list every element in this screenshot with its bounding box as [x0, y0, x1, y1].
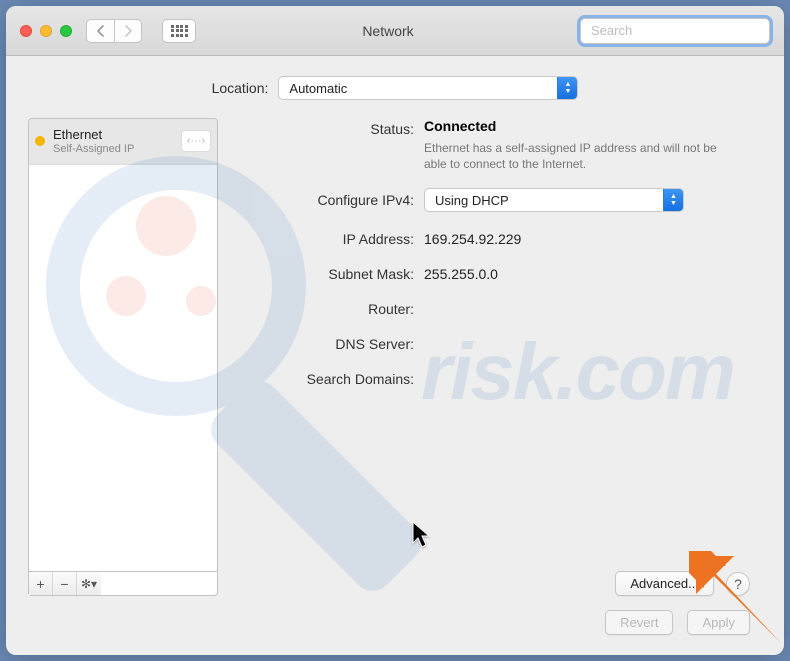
- remove-service-button[interactable]: −: [53, 572, 77, 595]
- configure-ipv4-value: Using DHCP: [425, 193, 663, 208]
- add-service-button[interactable]: +: [29, 572, 53, 595]
- sidebar-item-name: Ethernet: [53, 127, 173, 143]
- forward-button[interactable]: [114, 19, 142, 43]
- subnet-value: 255.255.0.0: [424, 263, 764, 282]
- location-row: Location: Automatic ▲▼: [6, 56, 784, 118]
- content-area: Ethernet Self-Assigned IP ‹···› + − ✻▾ S…: [6, 118, 784, 596]
- subnet-label: Subnet Mask:: [234, 263, 414, 282]
- search-field[interactable]: [580, 18, 770, 44]
- zoom-button[interactable]: [60, 25, 72, 37]
- ip-value: 169.254.92.229: [424, 228, 764, 247]
- network-prefpane-window: risk.com Network Location: Automatic: [6, 6, 784, 655]
- minimize-button[interactable]: [40, 25, 52, 37]
- apply-button[interactable]: Apply: [687, 610, 750, 635]
- traffic-lights: [20, 25, 72, 37]
- router-value: [424, 298, 764, 301]
- dns-value: [424, 333, 764, 336]
- search-domains-value: [424, 368, 764, 371]
- ip-label: IP Address:: [234, 228, 414, 247]
- help-button[interactable]: ?: [726, 572, 750, 596]
- revert-button[interactable]: Revert: [605, 610, 673, 635]
- footer-buttons: Revert Apply: [605, 610, 750, 635]
- sidebar-item-subtitle: Self-Assigned IP: [53, 143, 173, 156]
- select-stepper-icon: ▲▼: [557, 77, 577, 99]
- configure-ipv4-select[interactable]: Using DHCP ▲▼: [424, 188, 684, 212]
- advanced-button[interactable]: Advanced...: [615, 571, 714, 596]
- nav-buttons: [86, 19, 142, 43]
- location-label: Location:: [212, 80, 269, 96]
- ethernet-icon: ‹···›: [181, 130, 211, 152]
- close-button[interactable]: [20, 25, 32, 37]
- mouse-cursor-icon: [411, 521, 433, 554]
- dns-label: DNS Server:: [234, 333, 414, 352]
- status-block: Connected Ethernet has a self-assigned I…: [424, 118, 764, 172]
- location-select[interactable]: Automatic ▲▼: [278, 76, 578, 100]
- sidebar-item-ethernet[interactable]: Ethernet Self-Assigned IP ‹···›: [29, 119, 217, 165]
- router-label: Router:: [234, 298, 414, 317]
- search-domains-label: Search Domains:: [234, 368, 414, 387]
- sidebar-toolbar: + − ✻▾: [28, 572, 218, 596]
- status-dot-icon: [35, 136, 45, 146]
- window-title: Network: [206, 23, 570, 39]
- services-list[interactable]: Ethernet Self-Assigned IP ‹···›: [28, 118, 218, 572]
- back-button[interactable]: [86, 19, 114, 43]
- main-pane: Status: Connected Ethernet has a self-as…: [234, 118, 764, 596]
- action-menu-button[interactable]: ✻▾: [77, 572, 101, 595]
- services-sidebar: Ethernet Self-Assigned IP ‹···› + − ✻▾: [28, 118, 218, 596]
- show-all-button[interactable]: [162, 19, 196, 43]
- status-value: Connected: [424, 118, 764, 134]
- configure-label: Configure IPv4:: [234, 188, 414, 208]
- search-input[interactable]: [591, 23, 767, 38]
- select-stepper-icon: ▲▼: [663, 189, 683, 211]
- titlebar: Network: [6, 6, 784, 56]
- status-label: Status:: [234, 118, 414, 137]
- status-description: Ethernet has a self-assigned IP address …: [424, 140, 724, 172]
- location-select-value: Automatic: [279, 81, 557, 96]
